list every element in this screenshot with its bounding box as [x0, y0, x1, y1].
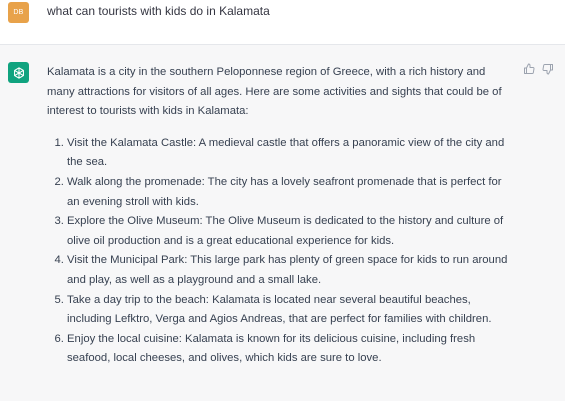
list-item: Explore the Olive Museum: The Olive Muse… — [67, 212, 510, 251]
user-message-row: DB what can tourists with kids do in Kal… — [0, 0, 565, 45]
list-item: Visit the Kalamata Castle: A medieval ca… — [67, 134, 510, 173]
thumbs-up-icon[interactable] — [523, 62, 535, 74]
openai-logo-icon — [8, 62, 29, 83]
thumbs-down-icon[interactable] — [542, 62, 554, 75]
assistant-intro: Kalamata is a city in the southern Pelop… — [47, 66, 502, 118]
list-item: Take a day trip to the beach: Kalamata i… — [67, 291, 510, 330]
user-avatar: DB — [8, 2, 29, 23]
activity-list: Visit the Kalamata Castle: A medieval ca… — [47, 134, 510, 369]
list-item: Enjoy the local cuisine: Kalamata is kno… — [67, 330, 510, 369]
feedback-buttons — [523, 62, 554, 75]
user-message-text: what can tourists with kids do in Kalama… — [47, 4, 270, 18]
list-item: Walk along the promenade: The city has a… — [67, 173, 510, 212]
assistant-message-row: Kalamata is a city in the southern Pelop… — [0, 45, 565, 401]
assistant-message: Kalamata is a city in the southern Pelop… — [47, 63, 510, 369]
list-item: Visit the Municipal Park: This large par… — [67, 251, 510, 290]
